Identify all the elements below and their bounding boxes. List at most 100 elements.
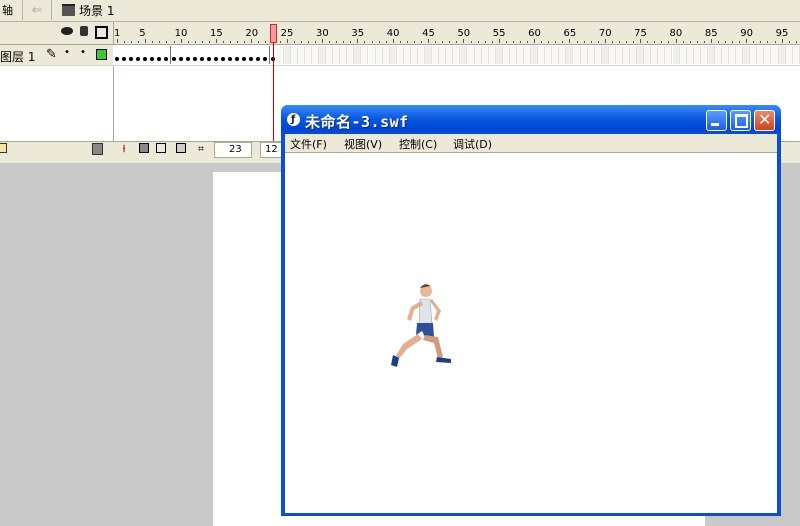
onion-outline-icon[interactable] bbox=[154, 143, 168, 157]
menu-debug[interactable]: 调试(D) bbox=[453, 136, 492, 152]
empty-frame-cell[interactable] bbox=[665, 46, 673, 64]
empty-frame-cell[interactable] bbox=[311, 46, 319, 64]
visible-dot[interactable]: • bbox=[64, 47, 70, 58]
maximize-icon[interactable] bbox=[730, 110, 751, 131]
empty-frame-cell[interactable] bbox=[326, 46, 334, 64]
empty-frame-cell[interactable] bbox=[531, 46, 539, 64]
lock-icon[interactable] bbox=[80, 26, 88, 36]
layer-name-cell[interactable]: 图层 1 ✎ • • bbox=[0, 45, 113, 65]
empty-frame-cell[interactable] bbox=[714, 46, 722, 64]
empty-frame-cell[interactable] bbox=[580, 46, 588, 64]
empty-frame-cell[interactable] bbox=[686, 46, 694, 64]
empty-frame-cell[interactable] bbox=[707, 46, 715, 64]
current-frame-field[interactable]: 23 bbox=[214, 142, 252, 158]
empty-frame-cell[interactable] bbox=[375, 46, 383, 64]
empty-frame-cell[interactable] bbox=[368, 46, 376, 64]
empty-frame-cell[interactable] bbox=[559, 46, 567, 64]
empty-frame-cell[interactable] bbox=[439, 46, 447, 64]
empty-frame-cell[interactable] bbox=[361, 46, 369, 64]
empty-frame-cell[interactable] bbox=[615, 46, 623, 64]
center-frame-icon[interactable]: ⍿ bbox=[117, 143, 131, 157]
empty-frame-cell[interactable] bbox=[396, 46, 404, 64]
empty-frame-cell[interactable] bbox=[601, 46, 609, 64]
menu-control[interactable]: 控制(C) bbox=[399, 136, 437, 152]
empty-frame-cell[interactable] bbox=[545, 46, 553, 64]
empty-frame-cell[interactable] bbox=[446, 46, 454, 64]
empty-frame-cell[interactable] bbox=[495, 46, 503, 64]
empty-frame-cell[interactable] bbox=[481, 46, 489, 64]
empty-frame-cell[interactable] bbox=[304, 46, 312, 64]
empty-frame-cell[interactable] bbox=[290, 46, 298, 64]
trash-icon[interactable] bbox=[90, 143, 104, 157]
empty-frame-cell[interactable] bbox=[573, 46, 581, 64]
empty-frame-cell[interactable] bbox=[432, 46, 440, 64]
empty-frame-cell[interactable] bbox=[630, 46, 638, 64]
empty-frame-cell[interactable] bbox=[771, 46, 779, 64]
empty-frame-cell[interactable] bbox=[460, 46, 468, 64]
empty-frame-cell[interactable] bbox=[757, 46, 765, 64]
empty-frame-cell[interactable] bbox=[538, 46, 546, 64]
empty-frame-cell[interactable] bbox=[297, 46, 305, 64]
empty-frame-cell[interactable] bbox=[693, 46, 701, 64]
empty-frame-cell[interactable] bbox=[418, 46, 425, 64]
empty-frame-cell[interactable] bbox=[509, 46, 517, 64]
empty-frame-cell[interactable] bbox=[502, 46, 510, 64]
empty-frame-cell[interactable] bbox=[644, 46, 652, 64]
empty-frame-cell[interactable] bbox=[425, 46, 433, 64]
empty-frame-cell[interactable] bbox=[319, 46, 327, 64]
modify-onion-markers-icon[interactable]: ⌗ bbox=[194, 143, 208, 157]
empty-frame-cell[interactable] bbox=[354, 46, 362, 64]
eye-icon[interactable] bbox=[61, 27, 73, 35]
empty-frame-cell[interactable] bbox=[340, 46, 348, 64]
empty-frame-cell[interactable] bbox=[750, 46, 758, 64]
lock-dot[interactable]: • bbox=[80, 47, 86, 58]
empty-frame-cell[interactable] bbox=[403, 46, 411, 64]
empty-frame-cell[interactable] bbox=[608, 46, 616, 64]
timeline-toggle-button[interactable]: 轴 bbox=[0, 0, 23, 20]
menu-view[interactable]: 视图(V) bbox=[344, 136, 382, 152]
menu-file[interactable]: 文件(F) bbox=[290, 136, 327, 152]
empty-frame-cell[interactable] bbox=[778, 46, 786, 64]
empty-frame-cell[interactable] bbox=[658, 46, 666, 64]
empty-frame-cell[interactable] bbox=[785, 46, 793, 64]
close-icon[interactable]: ✕ bbox=[754, 110, 775, 131]
empty-frame-cell[interactable] bbox=[488, 46, 496, 64]
empty-frame-cell[interactable] bbox=[679, 46, 687, 64]
edit-multiple-frames-icon[interactable] bbox=[174, 143, 188, 157]
empty-frame-cell[interactable] bbox=[333, 46, 341, 64]
empty-frame-cell[interactable] bbox=[283, 46, 291, 64]
empty-frame-cell[interactable] bbox=[729, 46, 737, 64]
empty-frame-cell[interactable] bbox=[672, 46, 680, 64]
empty-frame-cell[interactable] bbox=[347, 46, 355, 64]
folder-icon[interactable] bbox=[0, 143, 8, 157]
empty-frame-cell[interactable] bbox=[516, 46, 524, 64]
playhead[interactable] bbox=[270, 24, 277, 43]
empty-frame-cell[interactable] bbox=[700, 46, 708, 64]
minimize-icon[interactable] bbox=[706, 110, 727, 131]
empty-frame-cell[interactable] bbox=[382, 46, 390, 64]
empty-frame-cell[interactable] bbox=[552, 46, 560, 64]
empty-frame-cell[interactable] bbox=[623, 46, 631, 64]
layer-color-swatch-icon[interactable] bbox=[96, 49, 107, 60]
empty-frame-cell[interactable] bbox=[637, 46, 645, 64]
back-button[interactable]: ⇐ bbox=[23, 0, 52, 20]
empty-frame-cell[interactable] bbox=[736, 46, 744, 64]
empty-frame-cell[interactable] bbox=[743, 46, 751, 64]
outline-square-icon[interactable] bbox=[95, 26, 108, 39]
empty-frame-cell[interactable] bbox=[651, 46, 659, 64]
scene-breadcrumb[interactable]: 场景 1 bbox=[52, 0, 132, 20]
onion-skin-icon[interactable] bbox=[137, 143, 151, 157]
empty-frame-cell[interactable] bbox=[453, 46, 461, 64]
empty-frame-cell[interactable] bbox=[474, 46, 482, 64]
empty-frame-cell[interactable] bbox=[524, 46, 532, 64]
empty-frame-cell[interactable] bbox=[566, 46, 574, 64]
empty-frame-cell[interactable] bbox=[587, 46, 595, 64]
empty-frame-cell[interactable] bbox=[764, 46, 772, 64]
empty-frame-cell[interactable] bbox=[722, 46, 730, 64]
empty-frame-cell[interactable] bbox=[410, 46, 418, 64]
empty-frame-cell[interactable] bbox=[389, 46, 397, 64]
empty-frame-cell[interactable] bbox=[792, 46, 800, 64]
empty-frame-cell[interactable] bbox=[467, 46, 475, 64]
empty-frame-cell[interactable] bbox=[276, 46, 284, 64]
empty-frame-cell[interactable] bbox=[594, 46, 602, 64]
